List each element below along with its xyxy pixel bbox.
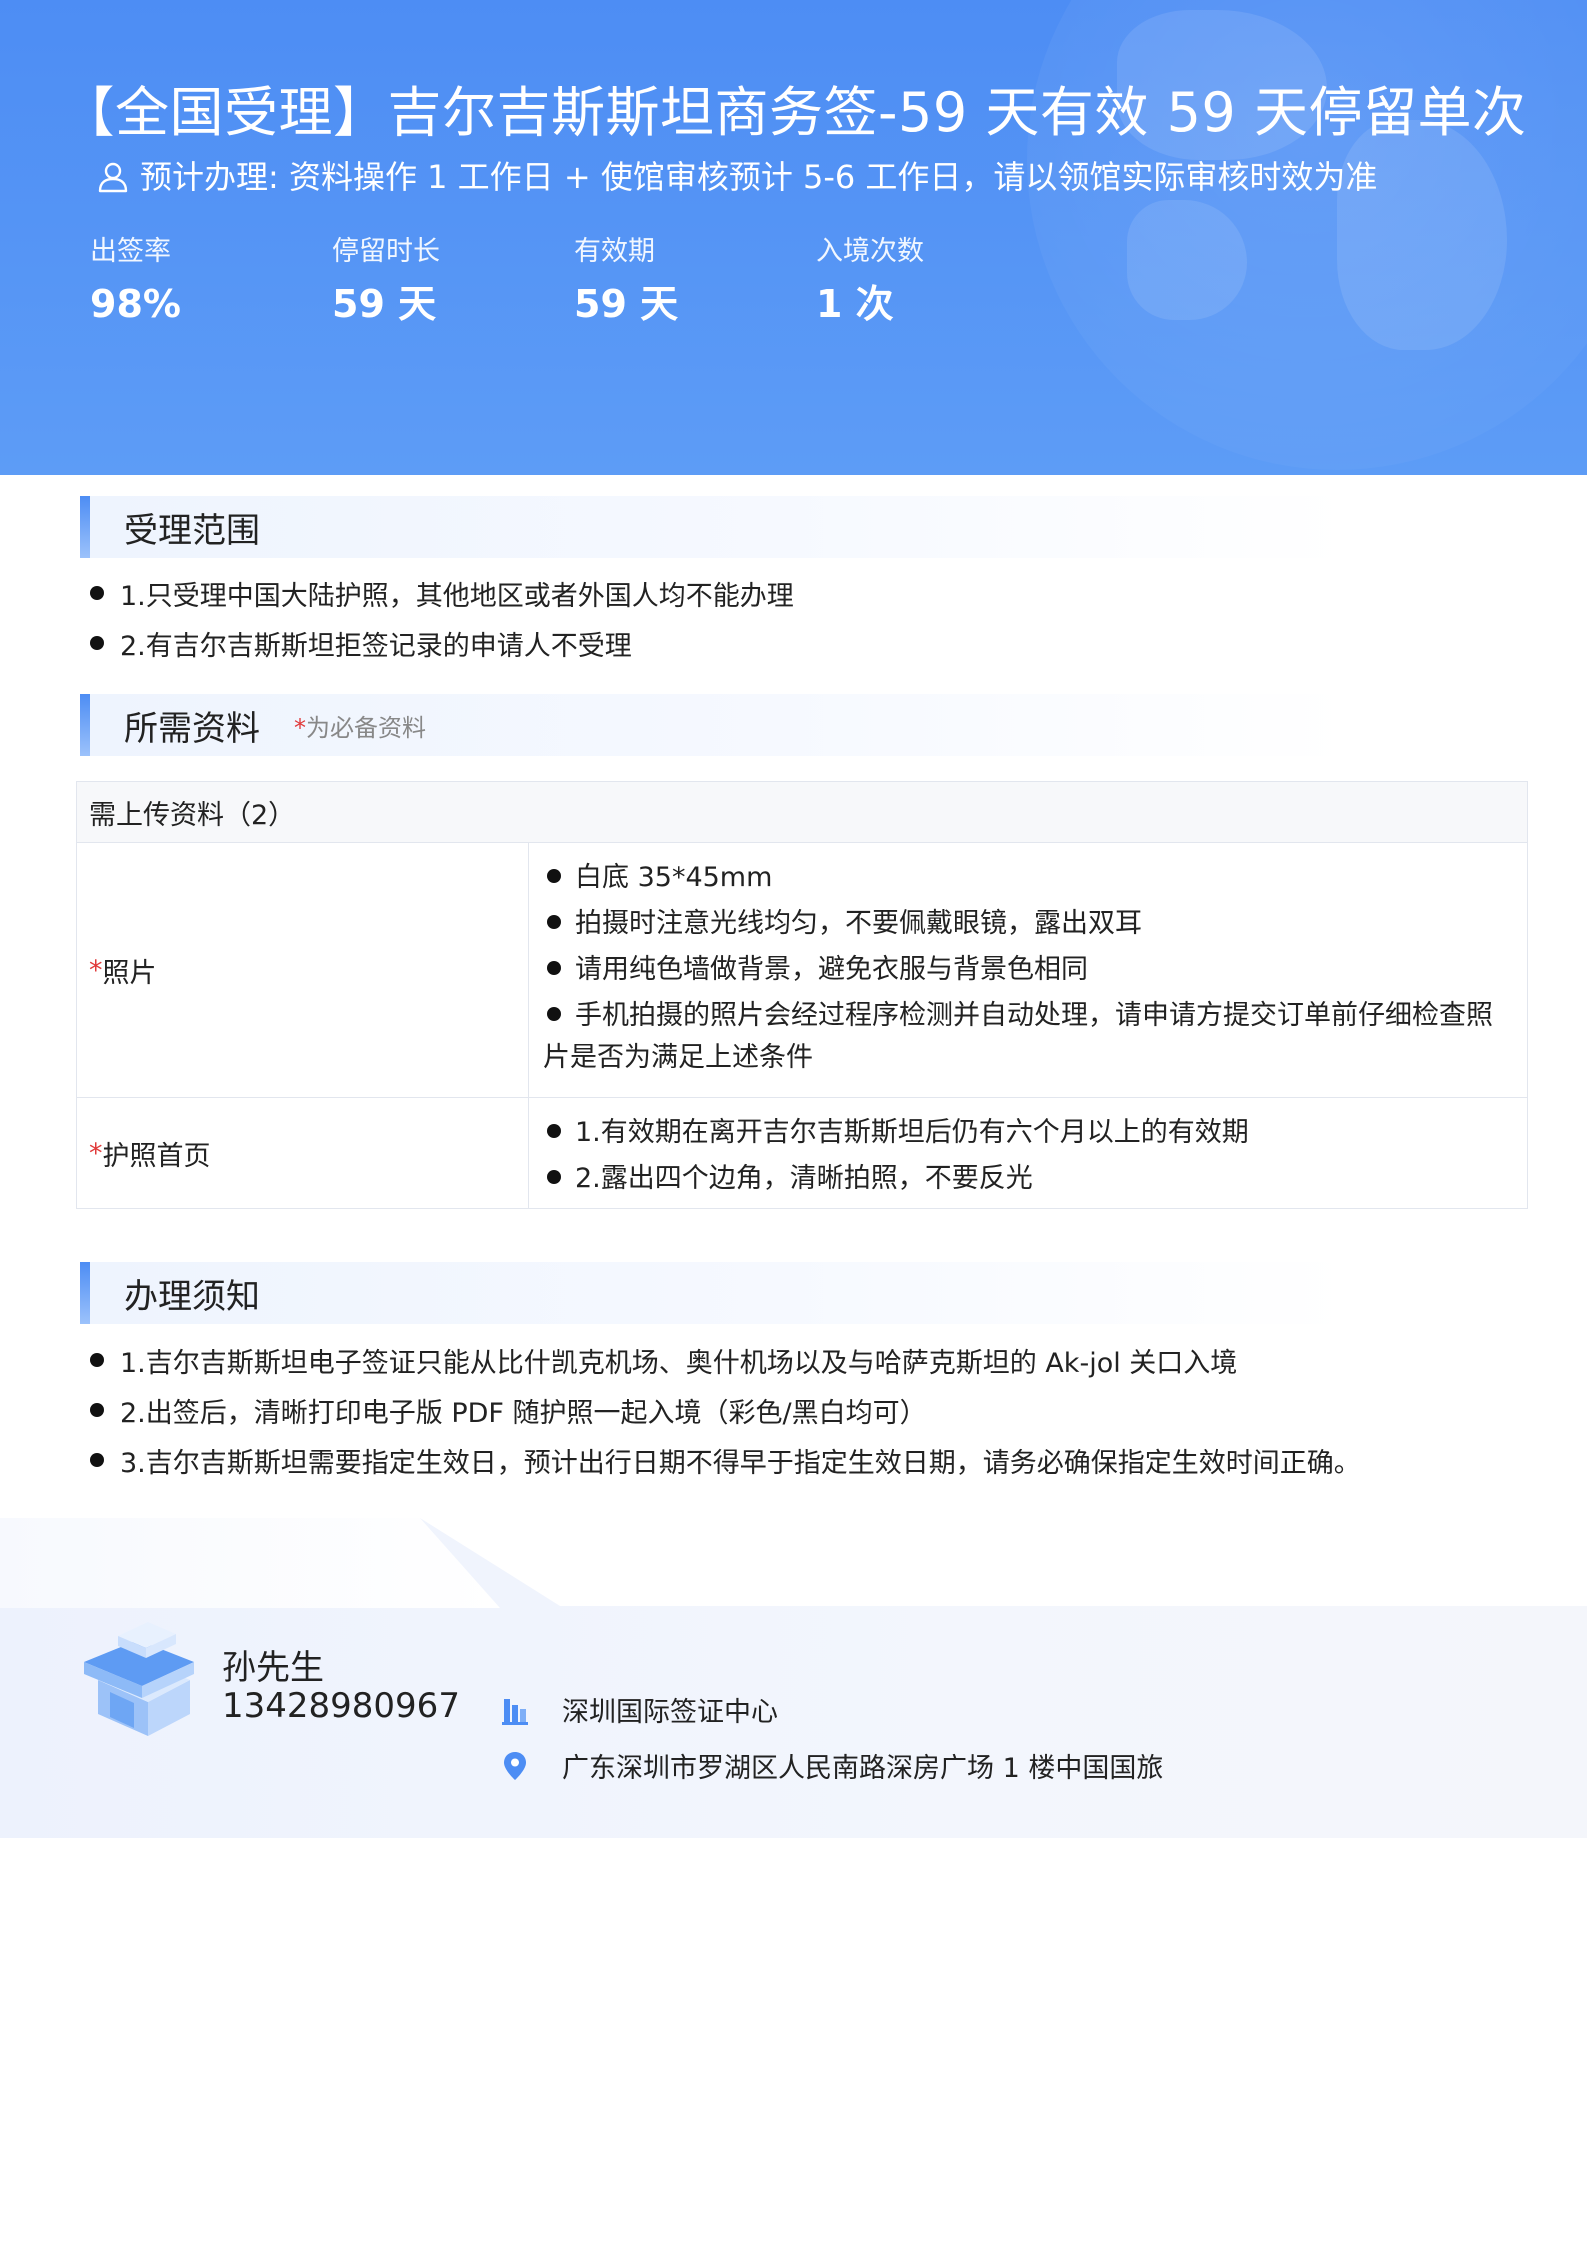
list-item: 2.有吉尔吉斯斯坦拒签记录的申请人不受理: [90, 618, 794, 668]
material-requirements: 白底 35*45mm 拍摄时注意光线均匀，不要佩戴眼镜，露出双耳 请用纯色墙做背…: [529, 843, 1527, 1097]
section-accent-bar: [80, 1262, 90, 1324]
page-title: 【全国受理】吉尔吉斯斯坦商务签-59 天有效 59 天停留单次: [60, 81, 1527, 144]
contact-name: 孙先生: [222, 1648, 324, 1688]
processing-time-text: 预计办理: 资料操作 1 工作日 + 使馆审核预计 5-6 工作日，请以领馆实际…: [140, 158, 1378, 196]
bullet-icon: [90, 636, 104, 650]
section-title: 办理须知: [124, 1276, 260, 1317]
company-name: 深圳国际签证中心: [562, 1697, 778, 1728]
stat-label: 有效期: [574, 236, 655, 267]
notice-list: 1.吉尔吉斯斯坦电子签证只能从比什凯克机场、奥什机场以及与哈萨克斯坦的 Ak-j…: [90, 1335, 1361, 1485]
section-title: 所需资料: [124, 708, 260, 749]
section-header-scope: 受理范围: [80, 496, 1350, 558]
bullet-icon: [547, 868, 561, 883]
stat-approval-rate: 出签率 98%: [90, 232, 310, 332]
material-name: * 护照首页: [77, 1098, 529, 1208]
table-header: 需上传资料（2）: [77, 782, 1527, 843]
contact-phone: 13428980967: [222, 1686, 460, 1726]
section-accent-bar: [80, 496, 90, 558]
bullet-icon: [90, 586, 104, 600]
building-icon: [502, 1698, 528, 1725]
bullet-icon: [547, 960, 561, 975]
materials-table: 需上传资料（2） * 照片 白底 35*45mm 拍摄时注意光线均匀，不要佩戴眼镜…: [76, 781, 1528, 1209]
stat-value: 98%: [90, 282, 181, 326]
scope-list: 1.只受理中国大陆护照，其他地区或者外国人均不能办理 2.有吉尔吉斯斯坦拒签记录…: [90, 568, 794, 668]
material-name: * 照片: [77, 843, 529, 1097]
stat-label: 停留时长: [332, 236, 440, 267]
bullet-icon: [547, 1123, 561, 1138]
stat-stay-duration: 停留时长 59 天: [332, 232, 552, 332]
requirement-item: 手机拍摄的照片会经过程序检测并自动处理，请申请方提交订单前仔细检查照片是否为满足…: [543, 1000, 1493, 1073]
list-item: 1.吉尔吉斯斯坦电子签证只能从比什凯克机场、奥什机场以及与哈萨克斯坦的 Ak-j…: [90, 1335, 1361, 1385]
required-note: *为必备资料: [294, 713, 426, 742]
section-header-notice: 办理须知: [80, 1262, 1350, 1324]
stat-value: 1 次: [816, 282, 894, 326]
user-icon: [98, 162, 128, 193]
map-decoration: [1127, 200, 1247, 320]
list-item: 3.吉尔吉斯斯坦需要指定生效日，预计出行日期不得早于指定生效日期，请务必确保指定…: [90, 1435, 1361, 1485]
section-header-materials: 所需资料 *为必备资料: [80, 694, 1350, 756]
processing-time: 预计办理: 资料操作 1 工作日 + 使馆审核预计 5-6 工作日，请以领馆实际…: [96, 154, 1377, 200]
store-icon: [84, 1622, 194, 1736]
stat-entries: 入境次数 1 次: [816, 232, 1036, 332]
bullet-icon: [90, 1353, 104, 1367]
requirement-item: 拍摄时注意光线均匀，不要佩戴眼镜，露出双耳: [543, 903, 1513, 945]
stat-value: 59 天: [332, 282, 437, 326]
bullet-icon: [547, 1169, 561, 1184]
address-row: 广东深圳市罗湖区人民南路深房广场 1 楼中国国旅: [500, 1746, 1163, 1785]
requirement-item: 白底 35*45mm: [543, 857, 1513, 899]
list-item: 1.只受理中国大陆护照，其他地区或者外国人均不能办理: [90, 568, 794, 618]
table-row: * 照片 白底 35*45mm 拍摄时注意光线均匀，不要佩戴眼镜，露出双耳 请用纯…: [77, 843, 1527, 1098]
section-title: 受理范围: [124, 510, 260, 551]
requirement-item: 请用纯色墙做背景，避免衣服与背景色相同: [543, 949, 1513, 991]
material-requirements: 1.有效期在离开吉尔吉斯斯坦后仍有六个月以上的有效期 2.露出四个边角，清晰拍照…: [529, 1098, 1527, 1208]
bullet-icon: [90, 1453, 104, 1467]
list-item: 2.出签后，清晰打印电子版 PDF 随护照一起入境（彩色/黑白均可）: [90, 1385, 1361, 1435]
bullet-icon: [547, 1006, 561, 1021]
requirement-item: 1.有效期在离开吉尔吉斯斯坦后仍有六个月以上的有效期: [543, 1112, 1513, 1154]
bullet-icon: [547, 914, 561, 929]
table-row: * 护照首页 1.有效期在离开吉尔吉斯斯坦后仍有六个月以上的有效期 2.露出四个边…: [77, 1098, 1527, 1208]
stat-validity: 有效期 59 天: [574, 232, 794, 332]
stat-value: 59 天: [574, 282, 679, 326]
header-banner: 【全国受理】吉尔吉斯斯坦商务签-59 天有效 59 天停留单次 预计办理: 资料…: [0, 0, 1587, 475]
section-accent-bar: [80, 694, 90, 756]
company-row: 深圳国际签证中心: [500, 1690, 778, 1729]
stat-label: 出签率: [90, 236, 171, 267]
bullet-icon: [90, 1403, 104, 1417]
contact-footer: 孙先生 13428980967 深圳国际签证中心 广东深圳市罗湖区人民南路深房广…: [0, 1518, 1587, 1838]
stat-label: 入境次数: [816, 236, 924, 267]
requirement-item: 2.露出四个边角，清晰拍照，不要反光: [543, 1158, 1513, 1200]
location-pin-icon: [504, 1751, 526, 1780]
company-address: 广东深圳市罗湖区人民南路深房广场 1 楼中国国旅: [562, 1753, 1164, 1784]
